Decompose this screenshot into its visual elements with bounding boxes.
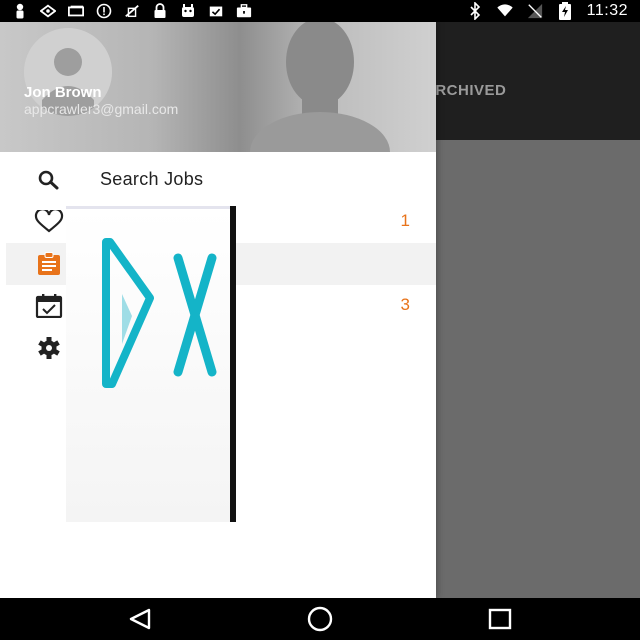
money-icon [68,3,84,19]
home-button[interactable] [305,606,335,632]
bluetooth-icon [467,2,483,20]
location-icon [40,3,56,19]
tab-archived[interactable]: ARCHIVED [424,82,506,99]
calendar-check-icon [34,294,64,318]
wifi-icon [496,3,513,19]
home-icon [307,606,333,632]
menu-item-search-jobs[interactable]: Search Jobs [0,159,436,201]
system-status: 11:32 [467,2,628,20]
user-email: appcrawler3@gmail.com [24,101,179,117]
header-background-image [250,22,390,152]
person-icon [12,3,28,19]
back-icon [129,608,151,630]
back-button[interactable] [125,606,155,632]
overlay-right-border [230,206,236,522]
clipboard-icon [34,252,64,276]
menu-item-count: 1 [400,211,410,230]
menu-item-count: 3 [400,295,410,314]
clock: 11:32 [586,2,628,19]
overlay-panel [66,206,236,522]
user-name: Jon Brown [24,84,102,101]
signal-off-icon [527,3,543,19]
app-toolbar [436,22,640,140]
overlay-glyph-image [66,209,230,522]
alert-icon [96,3,112,19]
navigation-bar [0,598,640,640]
recents-button[interactable] [485,606,515,632]
notification-icons [12,3,252,19]
menu-item-label: Search Jobs [100,169,204,189]
recents-icon [488,608,512,630]
drawer-header: Jon Brown appcrawler3@gmail.com [0,22,436,152]
briefcase-icon [236,3,252,19]
search-icon [34,168,64,192]
no-sim-icon [124,3,140,19]
task-icon [208,3,224,19]
heart-icon [34,210,64,234]
android-icon [180,3,196,19]
status-bar: 11:32 [0,0,640,22]
battery-charging-icon [557,2,573,20]
lock-icon [152,3,168,19]
gear-icon [34,336,64,360]
